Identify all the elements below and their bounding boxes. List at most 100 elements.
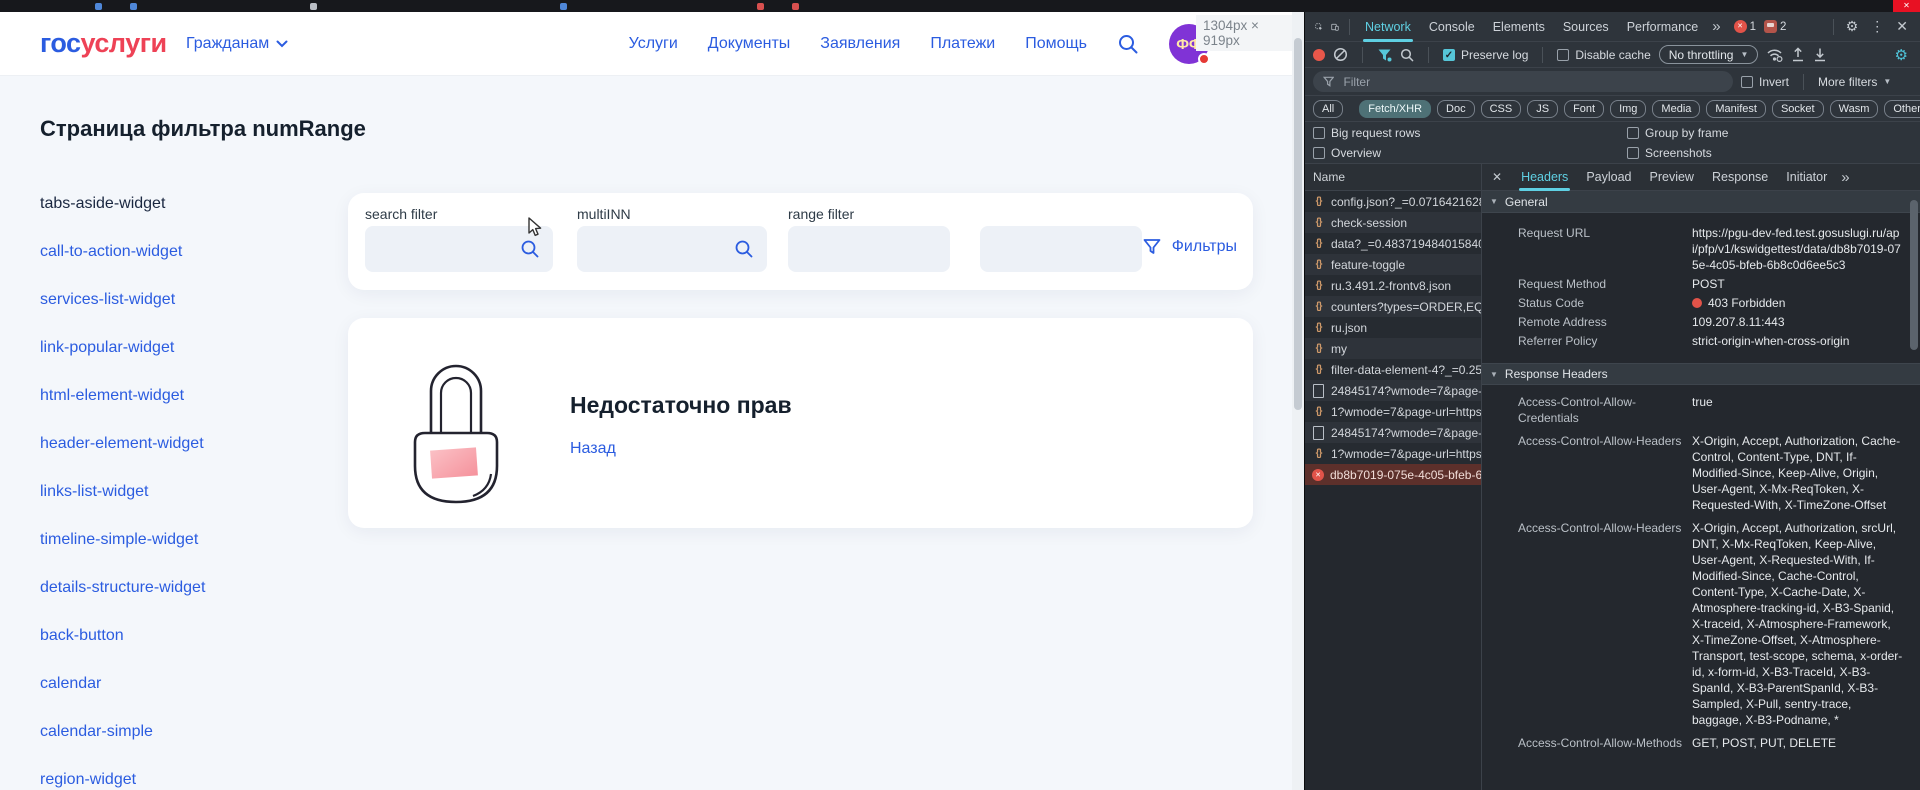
chip-font[interactable]: Font bbox=[1564, 100, 1604, 118]
group-by-frame-checkbox[interactable]: Group by frame bbox=[1627, 126, 1920, 140]
inspect-element-icon[interactable] bbox=[1311, 19, 1327, 35]
devtools-settings-gear-icon[interactable]: ⚙ bbox=[1840, 18, 1865, 35]
panel-tab-initiator[interactable]: Initiator bbox=[1777, 164, 1836, 191]
chip-other[interactable]: Other bbox=[1884, 100, 1920, 118]
network-request-row[interactable]: check-session bbox=[1305, 212, 1481, 233]
network-request-row[interactable]: data?_=0.4837194840158403 bbox=[1305, 233, 1481, 254]
nav-help[interactable]: Помощь bbox=[1025, 35, 1087, 53]
browser-tab-favicon[interactable] bbox=[310, 3, 317, 10]
chip-socket[interactable]: Socket bbox=[1772, 100, 1824, 118]
sidebar-item-tabs-aside-widget[interactable]: tabs-aside-widget bbox=[40, 195, 205, 212]
chip-doc[interactable]: Doc bbox=[1437, 100, 1475, 118]
browser-tab-favicon[interactable] bbox=[560, 3, 567, 10]
disable-cache-checkbox[interactable]: Disable cache bbox=[1557, 48, 1650, 62]
devtools-tab-network[interactable]: Network bbox=[1356, 12, 1420, 42]
network-request-row[interactable]: 1?wmode=7&page-url=https%... bbox=[1305, 401, 1481, 422]
page-scrollbar-thumb[interactable] bbox=[1294, 38, 1302, 410]
network-request-row-selected[interactable]: db8b7019-075e-4c05-bfeb-6b8... bbox=[1305, 464, 1481, 485]
range-from-input[interactable] bbox=[788, 226, 950, 272]
chip-media[interactable]: Media bbox=[1652, 100, 1700, 118]
name-column-header[interactable]: Name bbox=[1305, 164, 1481, 191]
close-details-icon[interactable]: ✕ bbox=[1482, 170, 1512, 184]
panel-tab-preview[interactable]: Preview bbox=[1641, 164, 1703, 191]
network-request-row[interactable]: feature-toggle bbox=[1305, 254, 1481, 275]
browser-tab-favicon[interactable] bbox=[757, 3, 764, 10]
nav-payments[interactable]: Платежи bbox=[930, 35, 995, 53]
more-tabs-icon[interactable]: » bbox=[1707, 18, 1725, 35]
screenshots-checkbox[interactable]: Screenshots bbox=[1627, 146, 1920, 160]
sidebar-item-region-widget[interactable]: region-widget bbox=[40, 771, 205, 788]
sidebar-item-calendar-simple[interactable]: calendar-simple bbox=[40, 723, 205, 740]
range-to-input[interactable] bbox=[980, 226, 1142, 272]
chip-wasm[interactable]: Wasm bbox=[1830, 100, 1879, 118]
browser-tab-favicon[interactable] bbox=[95, 3, 102, 10]
import-har-icon[interactable] bbox=[1791, 47, 1805, 62]
details-scrollbar-thumb[interactable] bbox=[1910, 200, 1918, 350]
panel-tab-response[interactable]: Response bbox=[1703, 164, 1777, 191]
console-errors-badge[interactable]: ✕ 1 bbox=[1734, 20, 1756, 33]
filters-button[interactable]: Фильтры bbox=[1142, 237, 1237, 257]
audience-menu[interactable]: Гражданам bbox=[186, 35, 288, 53]
issues-badge[interactable]: 2 bbox=[1764, 20, 1786, 33]
window-close-button[interactable]: ✕ bbox=[1893, 0, 1920, 12]
network-request-row[interactable]: counters?types=ORDER,EQUEU... bbox=[1305, 296, 1481, 317]
devtools-menu-kebab-icon[interactable]: ⋮ bbox=[1864, 18, 1890, 35]
more-filters-dropdown[interactable]: More filters ▼ bbox=[1818, 75, 1891, 89]
browser-tab-favicon[interactable] bbox=[792, 3, 799, 10]
devtools-tab-elements[interactable]: Elements bbox=[1484, 12, 1554, 42]
nav-services[interactable]: Услуги bbox=[629, 35, 678, 53]
network-request-row[interactable]: 1?wmode=7&page-url=https%... bbox=[1305, 443, 1481, 464]
back-link[interactable]: Назад bbox=[570, 440, 616, 458]
network-request-row[interactable]: ru.3.491.2-frontv8.json bbox=[1305, 275, 1481, 296]
preserve-log-checkbox[interactable]: Preserve log bbox=[1443, 48, 1528, 62]
network-request-row[interactable]: ru.json bbox=[1305, 317, 1481, 338]
gosuslugi-logo[interactable]: госуслуги bbox=[40, 28, 167, 59]
filter-funnel-icon[interactable] bbox=[1377, 48, 1392, 62]
sidebar-item-details-structure-widget[interactable]: details-structure-widget bbox=[40, 579, 205, 596]
chip-css[interactable]: CSS bbox=[1481, 100, 1522, 118]
chip-all[interactable]: All bbox=[1313, 100, 1343, 118]
overview-checkbox[interactable]: Overview bbox=[1313, 146, 1627, 160]
browser-tab-favicon[interactable] bbox=[130, 3, 137, 10]
search-icon[interactable] bbox=[520, 239, 540, 259]
search-network-icon[interactable] bbox=[1400, 48, 1414, 62]
sidebar-item-call-to-action-widget[interactable]: call-to-action-widget bbox=[40, 243, 205, 260]
clear-network-log-icon[interactable] bbox=[1333, 47, 1348, 62]
invert-checkbox[interactable]: Invert bbox=[1741, 75, 1789, 89]
network-filter-input[interactable] bbox=[1341, 74, 1723, 90]
throttling-select[interactable]: No throttling ▼ bbox=[1659, 45, 1759, 64]
sidebar-item-header-element-widget[interactable]: header-element-widget bbox=[40, 435, 205, 452]
page-scrollbar[interactable] bbox=[1292, 12, 1304, 790]
network-request-row[interactable]: my bbox=[1305, 338, 1481, 359]
big-request-rows-checkbox[interactable]: Big request rows bbox=[1313, 126, 1627, 140]
devtools-tab-console[interactable]: Console bbox=[1420, 12, 1484, 42]
chip-img[interactable]: Img bbox=[1610, 100, 1646, 118]
panel-tab-payload[interactable]: Payload bbox=[1577, 164, 1640, 191]
sidebar-item-links-list-widget[interactable]: links-list-widget bbox=[40, 483, 205, 500]
sidebar-item-calendar[interactable]: calendar bbox=[40, 675, 205, 692]
network-settings-gear-icon[interactable]: ⚙ bbox=[1891, 46, 1912, 64]
devtools-close-icon[interactable]: ✕ bbox=[1890, 18, 1914, 35]
chip-js[interactable]: JS bbox=[1527, 100, 1558, 118]
sidebar-item-services-list-widget[interactable]: services-list-widget bbox=[40, 291, 205, 308]
devtools-tab-sources[interactable]: Sources bbox=[1554, 12, 1618, 42]
chip-fetch-xhr[interactable]: Fetch/XHR bbox=[1359, 100, 1431, 118]
record-network-log-button[interactable] bbox=[1313, 49, 1325, 61]
response-headers-section-header[interactable]: ▼ Response Headers bbox=[1482, 363, 1920, 385]
nav-documents[interactable]: Документы bbox=[708, 35, 790, 53]
chip-manifest[interactable]: Manifest bbox=[1706, 100, 1766, 118]
sidebar-item-timeline-simple-widget[interactable]: timeline-simple-widget bbox=[40, 531, 205, 548]
network-request-row[interactable]: 24845174?wmode=7&page-url... bbox=[1305, 380, 1481, 401]
device-toolbar-icon[interactable] bbox=[1327, 19, 1343, 35]
network-request-row[interactable]: filter-data-element-4?_=0.2577... bbox=[1305, 359, 1481, 380]
panel-tab-headers[interactable]: Headers bbox=[1512, 164, 1577, 191]
network-conditions-icon[interactable] bbox=[1766, 47, 1783, 62]
network-request-row[interactable]: 24845174?wmode=7&page-url... bbox=[1305, 422, 1481, 443]
devtools-tab-performance[interactable]: Performance bbox=[1618, 12, 1708, 42]
nav-applications[interactable]: Заявления bbox=[820, 35, 900, 53]
export-har-icon[interactable] bbox=[1813, 47, 1827, 62]
sidebar-item-link-popular-widget[interactable]: link-popular-widget bbox=[40, 339, 205, 356]
sidebar-item-html-element-widget[interactable]: html-element-widget bbox=[40, 387, 205, 404]
general-section-header[interactable]: ▼ General bbox=[1482, 191, 1920, 213]
more-panel-tabs-icon[interactable]: » bbox=[1836, 169, 1854, 186]
